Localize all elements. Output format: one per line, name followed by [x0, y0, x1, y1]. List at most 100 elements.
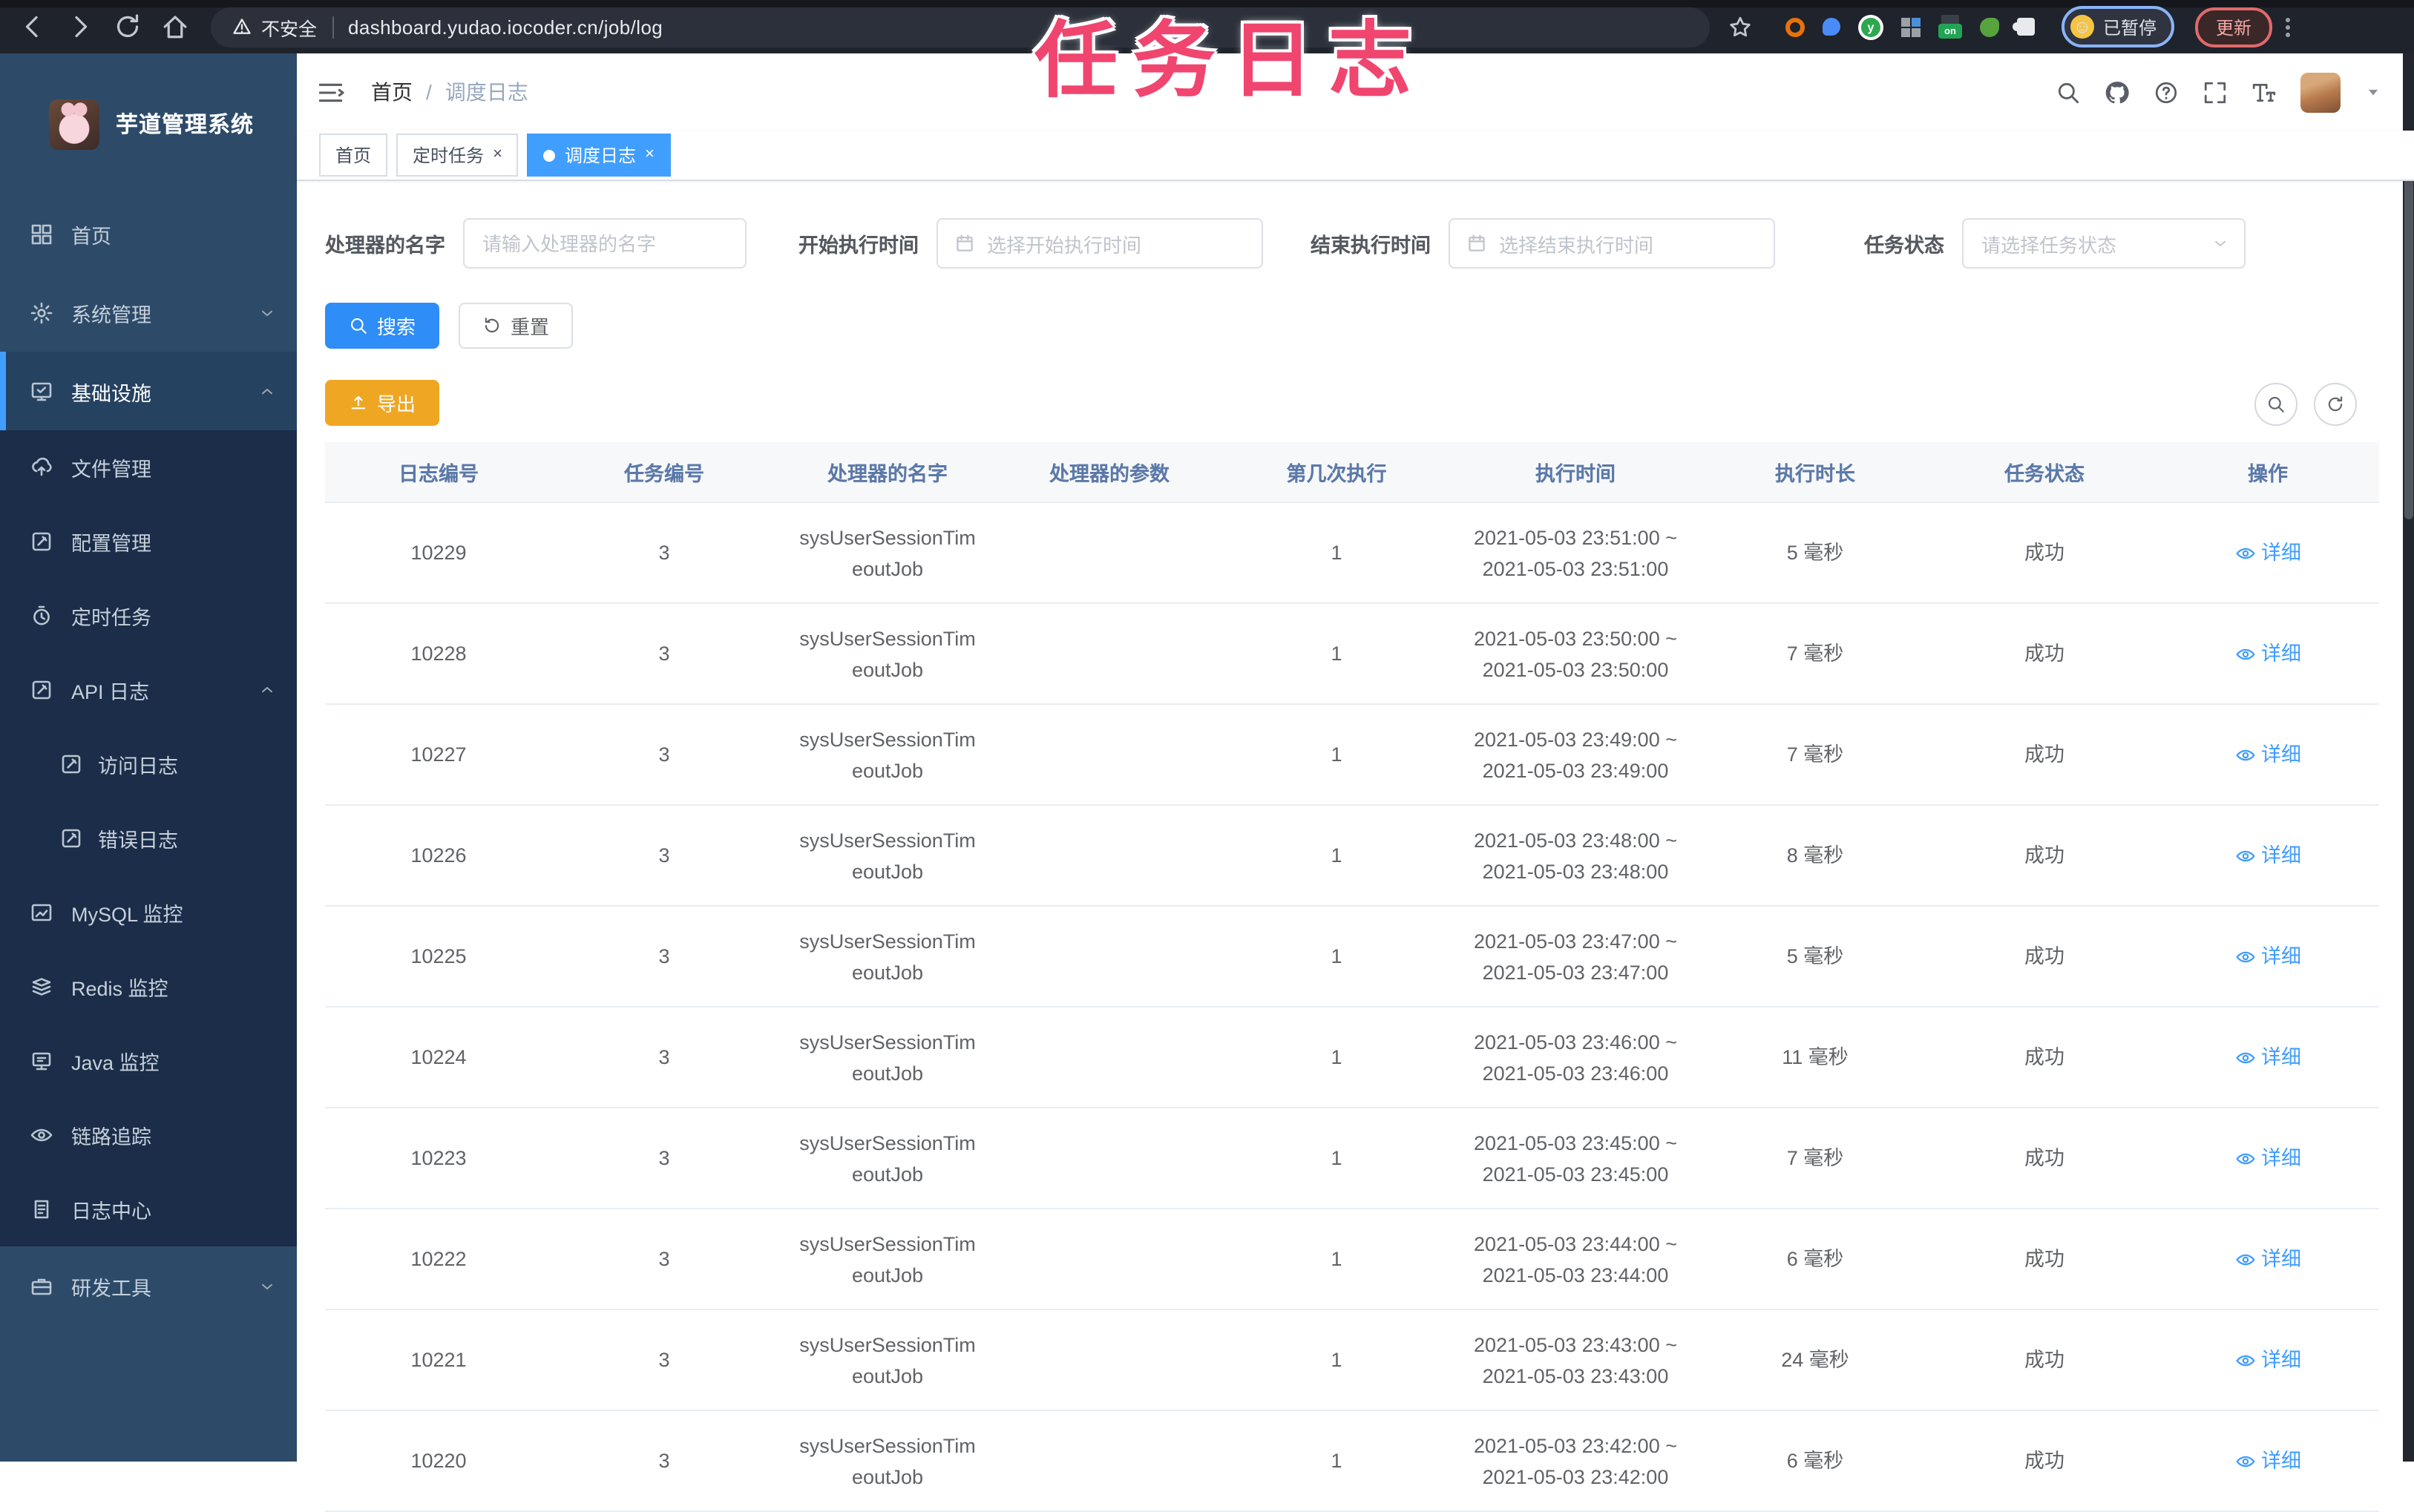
sidebar-item-12[interactable]: 链路追踪 [0, 1098, 297, 1172]
detail-link[interactable]: 详细 [2156, 739, 2379, 770]
begin-time-input[interactable]: 选择开始执行时间 [937, 218, 1263, 269]
handler-name-label: 处理器的名字 [325, 234, 445, 257]
user-avatar[interactable] [2300, 72, 2341, 112]
github-icon[interactable] [2105, 79, 2130, 105]
hamburger-icon[interactable] [319, 78, 347, 106]
sidebar-item-13[interactable]: 日志中心 [0, 1172, 297, 1246]
detail-link[interactable]: 详细 [2156, 537, 2379, 568]
dashboard-icon [30, 222, 53, 246]
reset-button[interactable]: 重置 [459, 303, 574, 349]
bookmark-star-icon[interactable] [1728, 14, 1753, 39]
chevron-down-icon [2211, 234, 2229, 252]
table-row: 10222 3 sysUserSessionTim eoutJob 1 2021-05-0… [325, 1209, 2379, 1310]
detail-link-label: 详细 [2261, 945, 2301, 967]
refresh-icon [2326, 395, 2345, 414]
close-icon[interactable]: × [493, 146, 502, 163]
sidebar-item-2[interactable]: 基础设施 [0, 352, 297, 430]
sidebar-item-5[interactable]: 定时任务 [0, 579, 297, 653]
url-text: dashboard.yudao.iocoder.cn/job/log [348, 16, 663, 38]
sidebar-item-8[interactable]: 错误日志 [0, 801, 297, 875]
cell-status: 成功 [2024, 1450, 2064, 1472]
scrollbar-thumb[interactable] [2404, 178, 2413, 519]
browser-update-button[interactable]: 更新 [2195, 7, 2273, 47]
breadcrumb-home[interactable]: 首页 [371, 77, 413, 107]
export-button[interactable]: 导出 [325, 380, 440, 426]
search-button[interactable]: 搜索 [325, 303, 440, 349]
extension-drop-icon[interactable] [1823, 18, 1840, 36]
cell-exec-index: 1 [1331, 844, 1342, 867]
font-size-icon[interactable] [2251, 79, 2277, 105]
cell-task-id: 3 [658, 1147, 670, 1169]
job-status-select[interactable]: 请选择任务状态 [1962, 218, 2246, 269]
detail-link[interactable]: 详细 [2156, 1143, 2379, 1174]
sidebar-item-10[interactable]: Redis 监控 [0, 950, 297, 1024]
fullscreen-icon[interactable] [2203, 79, 2228, 105]
eye-icon [2234, 542, 2255, 563]
browser-profile-chip[interactable]: ☺ 已暂停 [2062, 6, 2175, 47]
cell-log-id: 10224 [410, 1046, 467, 1068]
cell-actions: 详细 [2156, 739, 2379, 770]
extension-grid-icon[interactable] [1901, 17, 1921, 36]
browser-menu-icon[interactable] [2284, 17, 2290, 36]
extension-green-icon[interactable]: y [1858, 14, 1883, 39]
tab-home[interactable]: 首页 [319, 134, 388, 177]
cell-exec-index: 1 [1331, 1147, 1342, 1169]
detail-link[interactable]: 详细 [2156, 941, 2379, 972]
extension-leaf-icon[interactable] [1980, 17, 1999, 36]
address-bar[interactable]: 不安全 dashboard.yudao.iocoder.cn/job/log [211, 7, 1710, 47]
sidebar-item-11[interactable]: Java 监控 [0, 1024, 297, 1098]
detail-link[interactable]: 详细 [2156, 1042, 2379, 1073]
reload-icon[interactable] [113, 12, 142, 42]
sidebar-item-label: 研发工具 [71, 1277, 151, 1299]
sidebar-item-14[interactable]: 研发工具 [0, 1246, 297, 1325]
filter-form: 处理器的名字 开始执行时间 选择开始执行时间 结束执行时间 选择结束执行时间 任… [325, 218, 2246, 269]
help-icon[interactable] [2154, 79, 2179, 105]
detail-link[interactable]: 详细 [2156, 840, 2379, 871]
cell-exec-duration: 6 毫秒 [1786, 1450, 1844, 1472]
cell-status: 成功 [2024, 1349, 2064, 1371]
cell-task-id: 3 [658, 542, 670, 564]
table-row: 10226 3 sysUserSessionTim eoutJob 1 2021-05-0… [325, 806, 2379, 907]
table-body: 10229 3 sysUserSessionTim eoutJob 1 2021-05-0… [325, 503, 2379, 1512]
detail-link[interactable]: 详细 [2156, 1445, 2379, 1476]
extension-puzzle-icon[interactable] [2013, 18, 2035, 36]
sidebar-item-0[interactable]: 首页 [0, 194, 297, 273]
cell-exec-time: 2021-05-03 23:50:00 ~2021-05-03 23:50:00 [1474, 627, 1677, 680]
home-icon[interactable] [160, 12, 190, 42]
back-icon[interactable] [18, 12, 47, 42]
app-logo-row[interactable]: 芋道管理系统 [0, 53, 297, 194]
cell-log-id: 10221 [410, 1349, 467, 1371]
redis-icon [30, 975, 53, 999]
cell-exec-time: 2021-05-03 23:44:00 ~2021-05-03 23:44:00 [1474, 1232, 1677, 1286]
sidebar-item-9[interactable]: MySQL 监控 [0, 875, 297, 950]
hide-search-button[interactable] [2254, 383, 2297, 426]
tab-label: 首页 [335, 145, 372, 166]
handler-name-input[interactable] [463, 218, 747, 269]
sidebar-item-7[interactable]: 访问日志 [0, 727, 297, 801]
eye-icon [2234, 1047, 2255, 1068]
caret-down-icon[interactable] [2364, 83, 2382, 101]
cell-status: 成功 [2024, 945, 2064, 967]
forward-icon[interactable] [65, 12, 95, 42]
close-icon[interactable]: × [645, 146, 655, 163]
detail-link[interactable]: 详细 [2156, 1243, 2379, 1275]
sidebar-item-3[interactable]: 文件管理 [0, 430, 297, 504]
refresh-table-button[interactable] [2314, 383, 2357, 426]
sidebar-item-4[interactable]: 配置管理 [0, 504, 297, 579]
search-icon[interactable] [2056, 79, 2081, 105]
sidebar-item-1[interactable]: 系统管理 [0, 273, 297, 352]
sidebar-item-6[interactable]: API 日志 [0, 653, 297, 727]
handler-name-field[interactable] [465, 232, 745, 254]
tab-job-log[interactable]: 调度日志 × [527, 134, 671, 177]
tab-timed-task[interactable]: 定时任务 × [396, 134, 519, 177]
detail-link[interactable]: 详细 [2156, 1344, 2379, 1375]
end-time-input[interactable]: 选择结束执行时间 [1449, 218, 1775, 269]
detail-link[interactable]: 详细 [2156, 638, 2379, 669]
extension-on-icon[interactable]: on [1938, 15, 1962, 39]
extension-orange-icon[interactable] [1785, 17, 1805, 36]
extension-green-letter: y [1861, 17, 1880, 36]
cell-actions: 详细 [2156, 537, 2379, 568]
job-status-label: 任务状态 [1864, 234, 1944, 257]
sidebar-item-label: Java 监控 [71, 1052, 160, 1074]
cell-exec-time: 2021-05-03 23:46:00 ~2021-05-03 23:46:00 [1474, 1031, 1677, 1084]
